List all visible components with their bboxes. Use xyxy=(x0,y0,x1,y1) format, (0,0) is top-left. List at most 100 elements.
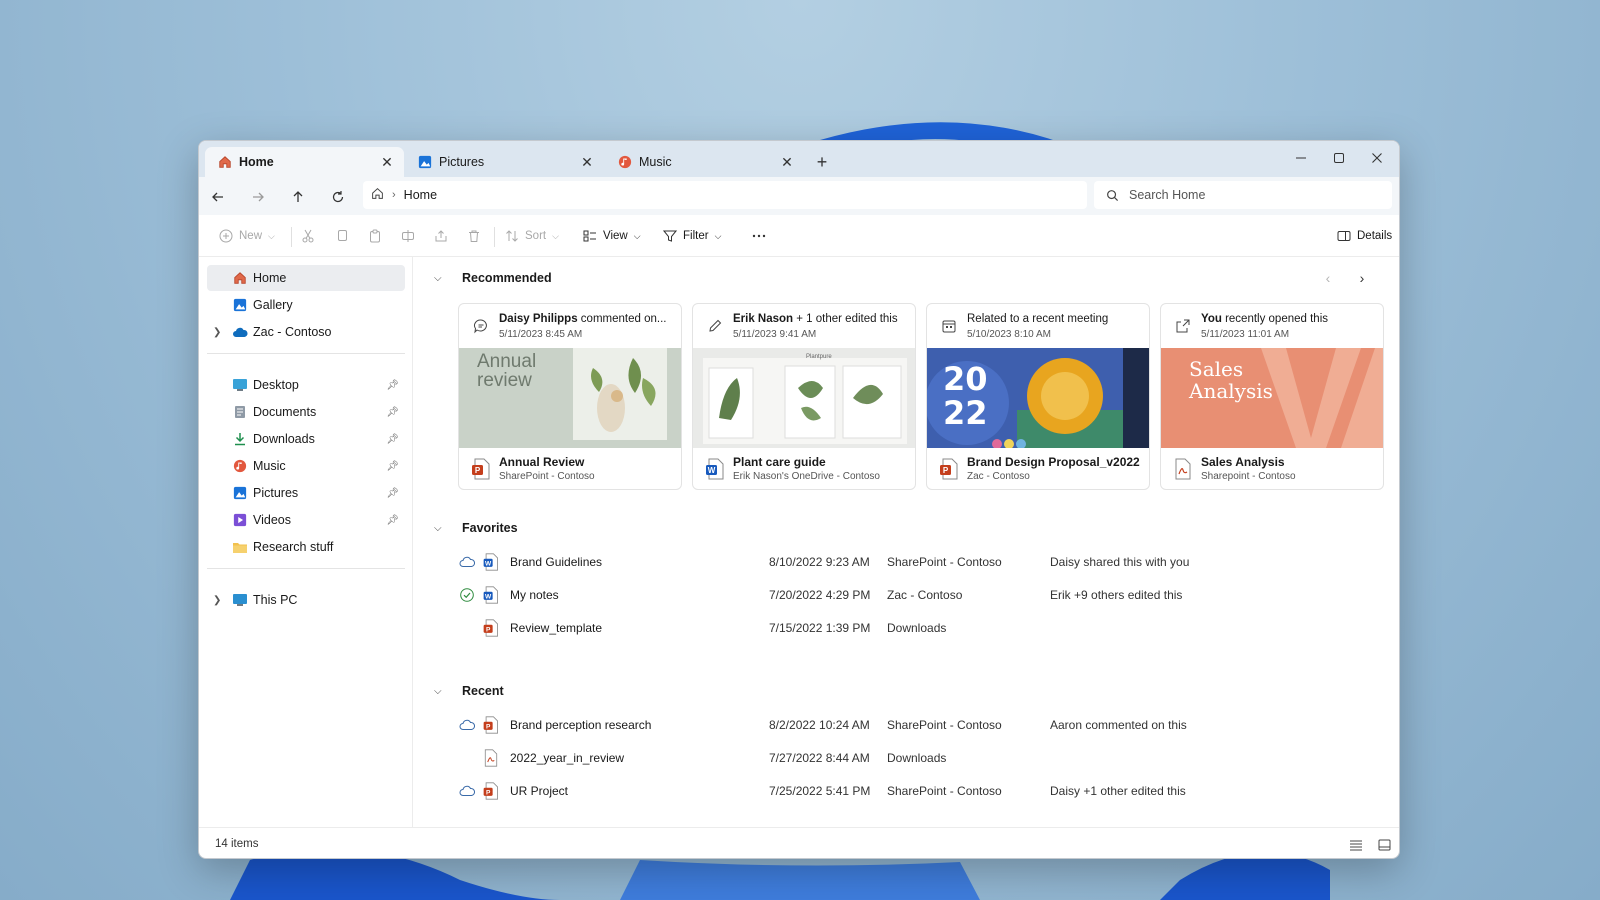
details-view-button[interactable] xyxy=(1347,836,1365,854)
filter-button[interactable]: Filter ⌵ xyxy=(663,223,721,249)
paste-button[interactable] xyxy=(368,223,388,249)
divider xyxy=(207,353,405,354)
delete-button[interactable] xyxy=(467,223,487,249)
list-item[interactable]: W My notes 7/20/2022 4:29 PM Zac - Conto… xyxy=(434,580,1389,610)
address-box[interactable]: › Home xyxy=(363,181,1087,209)
forward-button[interactable] xyxy=(245,185,271,209)
sidebar-item-label: Videos xyxy=(253,513,291,527)
list-item[interactable]: P Brand perception research 8/2/2022 10:… xyxy=(434,710,1389,740)
tab-music[interactable]: Music ✕ xyxy=(605,147,804,177)
sidebar-item-this-pc[interactable]: ❯ This PC xyxy=(207,587,405,613)
sort-button[interactable]: Sort ⌵ xyxy=(505,223,559,249)
close-tab-icon[interactable]: ✕ xyxy=(378,153,396,171)
sidebar-item-label: Research stuff xyxy=(253,540,334,554)
share-button[interactable] xyxy=(434,223,454,249)
sidebar-item-videos[interactable]: Videos 📌︎ xyxy=(207,507,405,533)
sidebar-item-label: Downloads xyxy=(253,432,315,446)
tiles-view-button[interactable] xyxy=(1375,836,1393,854)
card-thumbnail: Sales Analysis xyxy=(1161,348,1383,448)
chevron-down-icon[interactable]: ⌵ xyxy=(434,523,450,534)
list-item[interactable]: P UR Project 7/25/2022 5:41 PM SharePoin… xyxy=(434,776,1389,806)
chevron-right-icon[interactable]: ❯ xyxy=(213,595,221,606)
view-button[interactable]: View ⌵ xyxy=(583,223,641,249)
more-options-button[interactable] xyxy=(751,223,773,249)
close-tab-icon[interactable]: ✕ xyxy=(578,153,596,171)
chevron-right-icon[interactable]: ❯ xyxy=(213,327,221,338)
list-item[interactable]: W Brand Guidelines 8/10/2022 9:23 AM Sha… xyxy=(434,547,1389,577)
recommended-card[interactable]: Erik Nason + 1 other edited this 5/11/20… xyxy=(692,303,916,490)
recommended-header[interactable]: ⌵ Recommended xyxy=(434,268,552,288)
sidebar-item-home[interactable]: Home xyxy=(207,265,405,291)
maximize-button[interactable] xyxy=(1321,147,1357,169)
chevron-down-icon: ⌵ xyxy=(714,230,722,241)
sidebar-item-pictures[interactable]: Pictures 📌︎ xyxy=(207,480,405,506)
cloud-status-icon xyxy=(459,719,475,730)
sidebar-item-music[interactable]: Music 📌︎ xyxy=(207,453,405,479)
pin-icon[interactable]: 📌︎ xyxy=(386,461,399,472)
sidebar-item-desktop[interactable]: Desktop 📌︎ xyxy=(207,372,405,398)
copy-button[interactable] xyxy=(335,223,355,249)
section-title: Recommended xyxy=(462,271,552,285)
close-tab-icon[interactable]: ✕ xyxy=(778,153,796,171)
synced-check-icon xyxy=(460,588,474,602)
pin-icon[interactable]: 📌︎ xyxy=(386,488,399,499)
pdf-file-icon xyxy=(1175,458,1191,480)
favorites-header[interactable]: ⌵ Favorites xyxy=(434,518,518,538)
sidebar-item-research-stuff[interactable]: Research stuff xyxy=(207,534,405,560)
carousel-prev-button[interactable]: ‹ xyxy=(1317,267,1339,289)
search-icon xyxy=(1107,189,1119,201)
new-button[interactable]: New ⌵ xyxy=(219,223,275,249)
card-activity: You recently opened this 5/11/2023 11:01… xyxy=(1161,304,1383,348)
up-button[interactable] xyxy=(285,185,311,209)
recommended-card[interactable]: Daisy Philipps commented on... 5/11/2023… xyxy=(458,303,682,490)
powerpoint-file-icon: P xyxy=(472,458,490,480)
recent-header[interactable]: ⌵ Recent xyxy=(434,681,504,701)
recommended-card[interactable]: Related to a recent meeting 5/10/2023 8:… xyxy=(926,303,1150,490)
pictures-icon xyxy=(417,154,433,170)
arrow-left-icon xyxy=(212,192,223,202)
filter-label: Filter xyxy=(683,230,709,242)
cut-button[interactable] xyxy=(301,223,321,249)
sidebar-item-documents[interactable]: Documents 📌︎ xyxy=(207,399,405,425)
details-button[interactable]: Details xyxy=(1337,223,1392,249)
chevron-down-icon[interactable]: ⌵ xyxy=(434,273,450,284)
close-window-button[interactable] xyxy=(1359,147,1395,169)
carousel-next-button[interactable]: › xyxy=(1351,267,1373,289)
activity-actor: Erik Nason xyxy=(733,313,794,325)
list-item[interactable]: P Review_template 7/15/2022 1:39 PM Down… xyxy=(434,613,1389,643)
search-box[interactable] xyxy=(1094,181,1392,209)
activity-action: + 1 other edited this xyxy=(793,313,898,325)
file-location: SharePoint - Contoso xyxy=(887,784,1002,798)
home-icon[interactable] xyxy=(371,187,384,203)
file-location: Downloads xyxy=(887,621,947,635)
minimize-button[interactable] xyxy=(1283,147,1319,169)
pin-icon[interactable]: 📌︎ xyxy=(386,380,399,391)
tab-label: Music xyxy=(639,155,672,169)
search-input[interactable] xyxy=(1129,188,1369,202)
new-tab-button[interactable]: + xyxy=(811,151,833,173)
recommended-card[interactable]: You recently opened this 5/11/2023 11:01… xyxy=(1160,303,1384,490)
address-bar: › Home xyxy=(199,177,1399,215)
sidebar-item-downloads[interactable]: Downloads 📌︎ xyxy=(207,426,405,452)
file-location: Downloads xyxy=(887,751,947,765)
svg-text:P: P xyxy=(486,626,491,633)
file-activity: Daisy +1 other edited this xyxy=(1050,784,1186,798)
tab-pictures[interactable]: Pictures ✕ xyxy=(405,147,604,177)
rename-button[interactable] xyxy=(401,223,421,249)
activity-time: 5/11/2023 9:41 AM xyxy=(733,329,817,340)
tab-home[interactable]: Home ✕ xyxy=(205,147,404,177)
activity-time: 5/11/2023 8:45 AM xyxy=(499,329,583,340)
pin-icon[interactable]: 📌︎ xyxy=(386,434,399,445)
cut-icon xyxy=(301,229,315,243)
sidebar-item-onedrive[interactable]: ❯ Zac - Contoso xyxy=(207,319,405,345)
refresh-button[interactable] xyxy=(325,185,351,209)
sidebar-item-gallery[interactable]: Gallery xyxy=(207,292,405,318)
back-button[interactable] xyxy=(205,185,231,209)
file-location: Sharepoint - Contoso xyxy=(1201,471,1296,482)
list-item[interactable]: 2022_year_in_review 7/27/2022 8:44 AM Do… xyxy=(434,743,1389,773)
chevron-down-icon: ⌵ xyxy=(268,230,275,241)
breadcrumb[interactable]: Home xyxy=(404,188,437,202)
pin-icon[interactable]: 📌︎ xyxy=(386,515,399,526)
chevron-down-icon[interactable]: ⌵ xyxy=(434,686,450,697)
pin-icon[interactable]: 📌︎ xyxy=(386,407,399,418)
